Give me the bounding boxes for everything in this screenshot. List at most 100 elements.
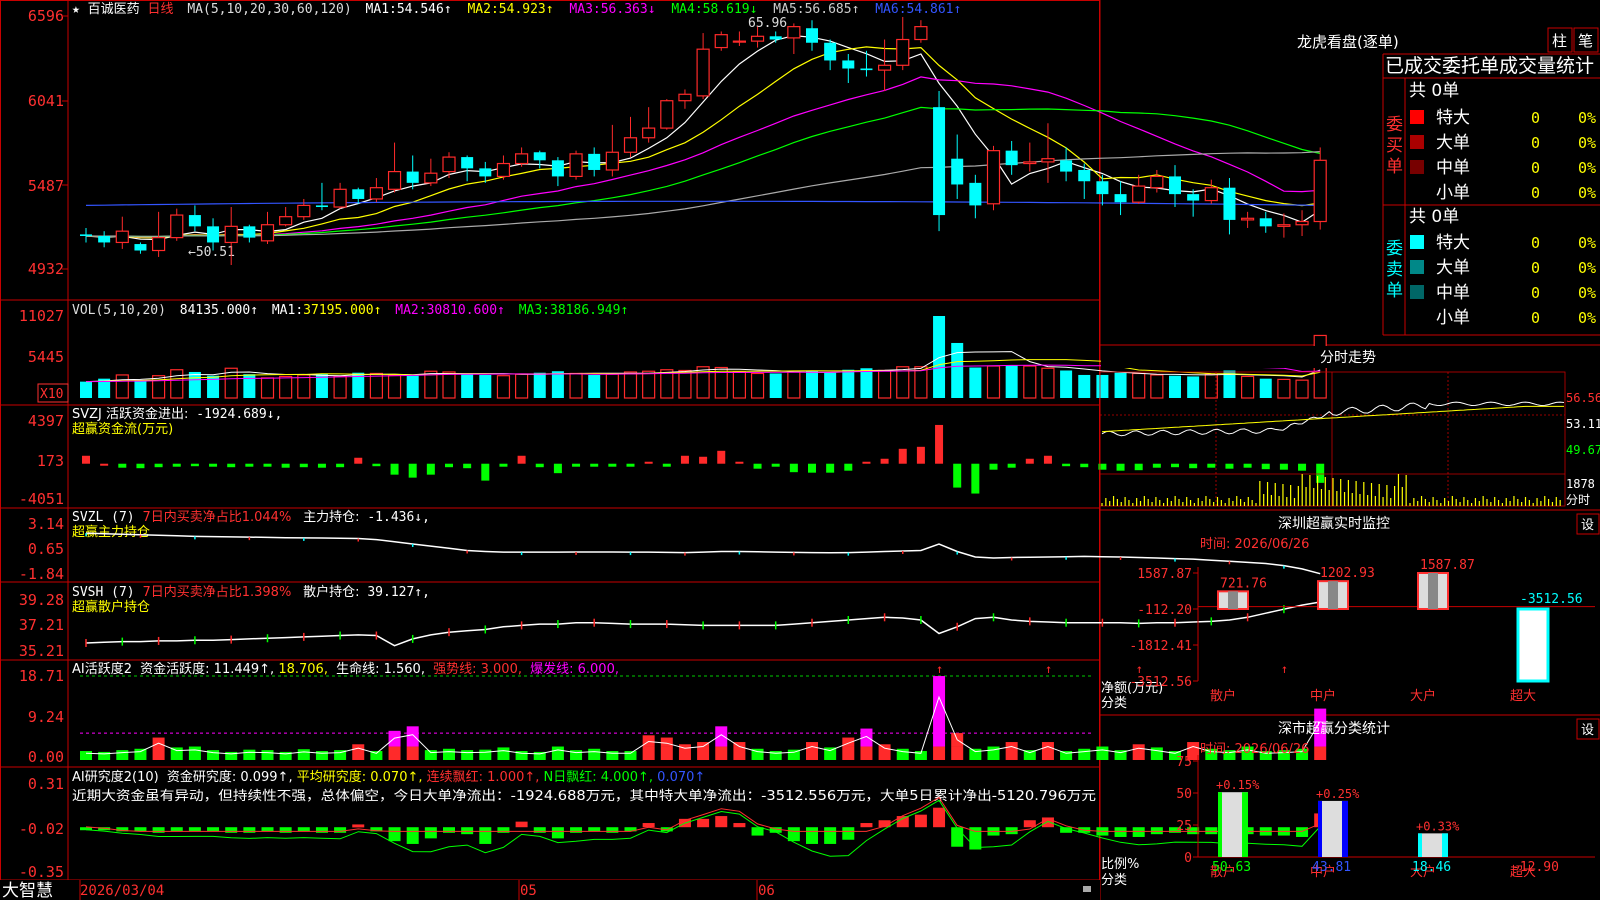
svzj-header: SVZJ 活跃资金进出: -1924.689↓, bbox=[72, 406, 282, 422]
candle-body bbox=[1169, 176, 1181, 195]
research-bar bbox=[697, 818, 710, 828]
ratio-bar-accent bbox=[1442, 833, 1448, 857]
svzj-bar bbox=[390, 463, 399, 475]
candlestick-plot[interactable] bbox=[80, 16, 1327, 265]
buy-total: 共 0单 bbox=[1409, 81, 1459, 101]
main-y-tick: 6596 bbox=[28, 7, 64, 25]
volume-bar bbox=[387, 374, 402, 399]
active-bar bbox=[697, 746, 710, 760]
volume-bar bbox=[461, 374, 474, 398]
active-bar bbox=[479, 749, 492, 760]
brand-label: 大智慧 bbox=[2, 881, 53, 900]
candle-body bbox=[769, 36, 782, 40]
svzj-bar bbox=[608, 463, 617, 467]
active-bar-top bbox=[1005, 742, 1018, 747]
stock-name: 百诚医药 bbox=[88, 2, 140, 17]
ma6-value: 54.861↑ bbox=[907, 2, 962, 17]
sz-class-settings-button[interactable]: 设 bbox=[1576, 718, 1600, 740]
volume-bar bbox=[533, 372, 546, 398]
svzj-bar bbox=[662, 463, 671, 467]
svzj-bar bbox=[172, 463, 181, 467]
svzj-bar bbox=[626, 463, 635, 467]
active-bar bbox=[551, 746, 564, 760]
active-header: AI活跃度2 资金活跃度: 11.449↑, 18.706, 生命线: 1.56… bbox=[72, 661, 619, 677]
candle-body bbox=[877, 64, 892, 71]
legend-swatch bbox=[1410, 285, 1424, 299]
svzj-bar bbox=[1207, 463, 1216, 468]
main-y-axis: 6596 6041 5487 4932 bbox=[28, 7, 64, 278]
intraday-tick: 53.11 bbox=[1566, 417, 1600, 431]
bar-chart-y-label: 1587.87 bbox=[1137, 567, 1192, 582]
candle-body bbox=[642, 127, 656, 139]
active-bar bbox=[1314, 746, 1327, 760]
volume-bar bbox=[152, 375, 166, 399]
ratio-value-label: 43.81 bbox=[1312, 860, 1351, 875]
volume-bar bbox=[806, 370, 818, 398]
candle-body bbox=[387, 170, 402, 190]
ratio-bar-accent bbox=[1418, 833, 1422, 857]
research-bar bbox=[188, 827, 201, 832]
research-bar bbox=[1114, 827, 1127, 837]
candle-body bbox=[1240, 217, 1255, 221]
active-bar bbox=[116, 750, 129, 760]
buy-side-label: 委买单 bbox=[1386, 115, 1403, 177]
tick-mode-button[interactable]: 笔 bbox=[1573, 27, 1599, 53]
candle-body bbox=[623, 137, 638, 153]
research-comment: 近期大资金虽有异动，但持续性不强，总体偏空，今日大单净流出：-1924.688万… bbox=[72, 788, 1096, 804]
order-size-label: 中单 bbox=[1436, 283, 1470, 303]
svzj-bar bbox=[1080, 463, 1089, 468]
volume-bar bbox=[842, 369, 855, 398]
svzj-bar bbox=[227, 463, 236, 468]
research-bar bbox=[842, 827, 855, 840]
legend-swatch bbox=[1410, 260, 1424, 274]
sz-monitor-settings-button[interactable]: 设 bbox=[1576, 513, 1600, 535]
volume-bar bbox=[642, 370, 656, 399]
candle-body bbox=[1223, 187, 1236, 220]
active-bar bbox=[461, 750, 474, 760]
svzj-bar bbox=[281, 463, 290, 468]
research-bar bbox=[642, 823, 655, 828]
vol-ma3-value: 38186.949↑ bbox=[550, 303, 628, 318]
volume-bar bbox=[1150, 374, 1164, 399]
svzj-bar bbox=[735, 461, 744, 464]
research-bar bbox=[424, 827, 437, 839]
volume-bar bbox=[1169, 375, 1181, 398]
research-bar bbox=[297, 827, 310, 832]
tick-mode-label: 笔 bbox=[1578, 32, 1593, 50]
vol-label: VOL(5,10,20) bbox=[72, 303, 166, 318]
ratio-value-label: -12.90 bbox=[1512, 860, 1559, 875]
volume-bar bbox=[551, 371, 564, 398]
volume-bar bbox=[1295, 379, 1309, 399]
sz-monitor-ylabel2: 分类 bbox=[1101, 696, 1127, 711]
intraday-tick: 56.56 bbox=[1566, 391, 1600, 405]
candle-body bbox=[588, 153, 601, 170]
research-bar bbox=[588, 827, 601, 832]
svzj-bar bbox=[862, 461, 871, 464]
research-bar bbox=[824, 827, 837, 844]
svzj-bar bbox=[572, 463, 581, 467]
svsh-y-tick: 37.21 bbox=[19, 616, 64, 634]
ratio-bar-accent bbox=[1318, 800, 1322, 857]
sell-side-char: 卖 bbox=[1386, 260, 1403, 280]
active-life: 生命线: 1.560, bbox=[336, 661, 425, 677]
research-bar bbox=[733, 823, 746, 828]
order-size-label: 特大 bbox=[1436, 108, 1470, 128]
intraday-avg-line bbox=[1101, 405, 1564, 433]
low-annotation: ←50.51 bbox=[188, 245, 235, 260]
order-pct: 0% bbox=[1578, 184, 1596, 202]
svzj-bar bbox=[989, 463, 998, 470]
volume-bar bbox=[623, 371, 638, 399]
research-bar bbox=[570, 827, 583, 833]
bar-mode-button[interactable]: 柱 bbox=[1547, 27, 1573, 53]
candle-body bbox=[732, 40, 747, 43]
svzj-bar bbox=[1298, 463, 1307, 471]
sell-total: 共 0单 bbox=[1409, 207, 1459, 227]
research-bar bbox=[860, 823, 873, 828]
svzj-bar bbox=[82, 455, 90, 464]
ma-label: MA(5,10,20,30,60,120) bbox=[187, 2, 351, 17]
candle-body bbox=[98, 236, 111, 243]
ma5-name: MA5: bbox=[773, 2, 804, 17]
order-pct: 0% bbox=[1578, 159, 1596, 177]
svzj-bar bbox=[1098, 463, 1107, 470]
chart-area[interactable]: 6596 6041 5487 4932 ★ 百诚医药 日线 MA(5,10,20… bbox=[0, 0, 1600, 900]
